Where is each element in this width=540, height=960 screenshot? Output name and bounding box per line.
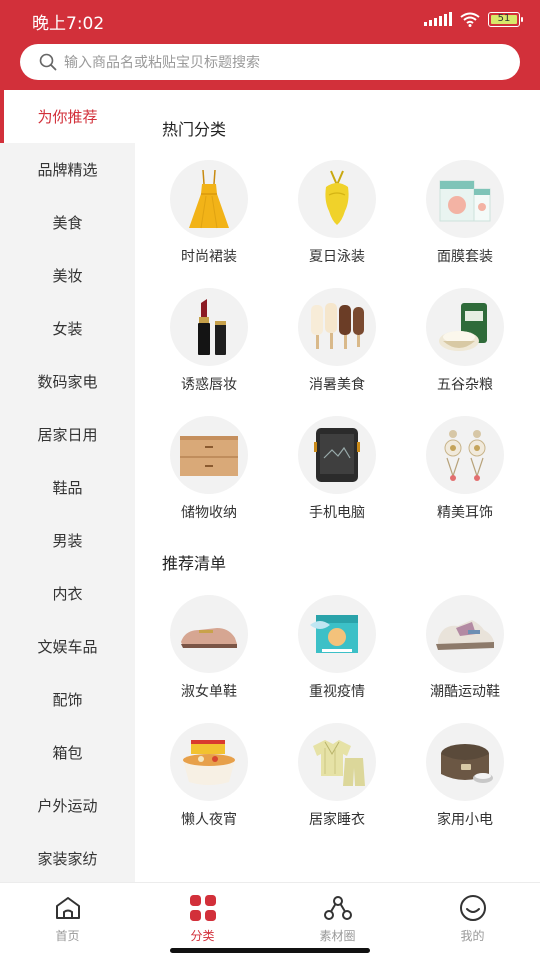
sidebar-item-brand[interactable]: 品牌精选 (0, 143, 135, 196)
recommend-list-grid: 淑女单鞋 重视疫情 潮酷运动鞋 懒人夜宵 居家睡衣 家用小电 (135, 595, 540, 851)
sidebar-item-accessories[interactable]: 配饰 (0, 673, 135, 726)
tab-label: 首页 (55, 929, 80, 943)
category-label: 时尚裙装 (181, 249, 237, 265)
sidebar-item-food[interactable]: 美食 (0, 196, 135, 249)
recommend-card[interactable]: 家用小电 (401, 723, 529, 851)
drawer-icon (170, 416, 248, 494)
tab-profile[interactable]: 我的 (405, 883, 540, 960)
search-icon (38, 52, 58, 72)
sidebar-item-recommend[interactable]: 为你推荐 (0, 90, 135, 143)
earrings-icon (426, 416, 504, 494)
recommend-card[interactable]: 重视疫情 (273, 595, 401, 723)
recommend-label: 淑女单鞋 (181, 684, 237, 700)
hot-categories-grid: 时尚裙装 夏日泳装 面膜套装 诱惑唇妆 消暑美食 五谷杂粮 储物收纳 手机电脑 … (135, 160, 540, 544)
category-card[interactable]: 时尚裙装 (145, 160, 273, 288)
search-placeholder: 输入商品名或粘贴宝贝标题搜索 (64, 55, 260, 71)
sneaker-icon (426, 595, 504, 673)
category-label: 消暑美食 (309, 377, 365, 393)
sidebar-item-entertainment-car[interactable]: 文娱车品 (0, 620, 135, 673)
mask-box-icon (298, 595, 376, 673)
wifi-icon (460, 12, 480, 27)
category-label: 储物收纳 (181, 505, 237, 521)
category-content: 热门分类 时尚裙装 夏日泳装 面膜套装 诱惑唇妆 消暑美食 五谷杂粮 储物收纳 … (135, 90, 540, 882)
signal-icon (424, 12, 452, 26)
search-input[interactable]: 输入商品名或粘贴宝贝标题搜索 (20, 44, 520, 80)
sidebar-item-digital[interactable]: 数码家电 (0, 355, 135, 408)
home-indicator (170, 948, 370, 953)
category-label: 诱惑唇妆 (181, 377, 237, 393)
rice-bag-icon (426, 288, 504, 366)
tab-label: 分类 (190, 929, 215, 943)
recommend-label: 家用小电 (437, 812, 493, 828)
sidebar-item-beauty[interactable]: 美妆 (0, 249, 135, 302)
recommend-label: 重视疫情 (309, 684, 365, 700)
category-card[interactable]: 夏日泳装 (273, 160, 401, 288)
sidebar-item-menswear[interactable]: 男装 (0, 514, 135, 567)
sidebar-item-shoes[interactable]: 鞋品 (0, 461, 135, 514)
swimsuit-icon (298, 160, 376, 238)
category-card[interactable]: 手机电脑 (273, 416, 401, 544)
category-label: 夏日泳装 (309, 249, 365, 265)
sidebar-item-underwear[interactable]: 内衣 (0, 567, 135, 620)
search-area: 输入商品名或粘贴宝贝标题搜索 (0, 38, 540, 90)
battery-icon: 51 (488, 11, 523, 27)
pajamas-icon (298, 723, 376, 801)
sidebar-item-womenswear[interactable]: 女装 (0, 302, 135, 355)
rugged-phone-icon (298, 416, 376, 494)
status-icons: 51 (424, 11, 523, 27)
category-label: 精美耳饰 (437, 505, 493, 521)
recommend-list-title: 推荐清单 (162, 554, 227, 573)
recommend-card[interactable]: 居家睡衣 (273, 723, 401, 851)
category-card[interactable]: 诱惑唇妆 (145, 288, 273, 416)
tab-label: 我的 (460, 929, 485, 943)
sidebar-item-outdoor[interactable]: 户外运动 (0, 779, 135, 832)
category-sidebar: 为你推荐 品牌精选 美食 美妆 女装 数码家电 居家日用 鞋品 男装 内衣 文娱… (0, 90, 135, 882)
circle-nodes-icon (323, 893, 353, 923)
category-card[interactable]: 消暑美食 (273, 288, 401, 416)
category-card[interactable]: 精美耳饰 (401, 416, 529, 544)
lipstick-icon (170, 288, 248, 366)
hot-categories-title: 热门分类 (162, 120, 227, 139)
profile-smile-icon (458, 893, 488, 923)
category-label: 面膜套装 (437, 249, 493, 265)
category-label: 五谷杂粮 (437, 377, 493, 393)
home-icon (53, 893, 83, 923)
category-label: 手机电脑 (309, 505, 365, 521)
recommend-label: 居家睡衣 (309, 812, 365, 828)
category-card[interactable]: 五谷杂粮 (401, 288, 529, 416)
recommend-label: 懒人夜宵 (181, 812, 237, 828)
loafer-icon (170, 595, 248, 673)
category-card[interactable]: 储物收纳 (145, 416, 273, 544)
sidebar-item-household[interactable]: 居家日用 (0, 408, 135, 461)
tab-label: 素材圈 (319, 929, 356, 943)
dress-icon (170, 160, 248, 238)
rice-cooker-icon (426, 723, 504, 801)
category-icon (188, 893, 218, 923)
instant-noodles-icon (170, 723, 248, 801)
recommend-card[interactable]: 懒人夜宵 (145, 723, 273, 851)
tab-home[interactable]: 首页 (0, 883, 135, 960)
facemask-box-icon (426, 160, 504, 238)
recommend-card[interactable]: 淑女单鞋 (145, 595, 273, 723)
sidebar-item-bags[interactable]: 箱包 (0, 726, 135, 779)
battery-level: 51 (497, 13, 511, 24)
status-bar: 晚上7:02 51 (0, 0, 540, 38)
category-card[interactable]: 面膜套装 (401, 160, 529, 288)
sidebar-item-home-textiles[interactable]: 家装家纺 (0, 832, 135, 885)
popsicle-icon (298, 288, 376, 366)
status-time: 晚上7:02 (32, 14, 105, 34)
recommend-label: 潮酷运动鞋 (430, 684, 500, 700)
recommend-card[interactable]: 潮酷运动鞋 (401, 595, 529, 723)
